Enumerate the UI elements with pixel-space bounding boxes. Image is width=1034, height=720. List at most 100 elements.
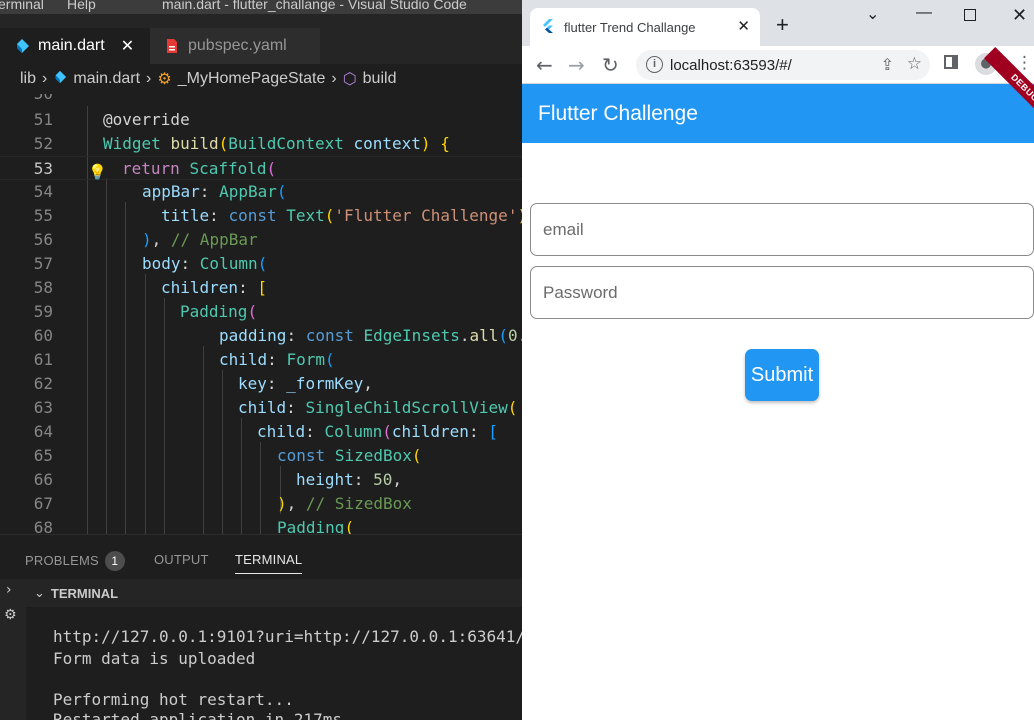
email-field[interactable] xyxy=(530,203,1034,256)
browser-tab[interactable]: flutter Trend Challange ✕ xyxy=(530,8,760,46)
breadcrumb-label: _MyHomePageState xyxy=(177,70,326,87)
terminal-section-header[interactable]: ⌄ TERMINAL xyxy=(26,579,522,607)
line-number: 61 xyxy=(33,350,53,369)
code-line: 66 height: 50, xyxy=(0,468,522,492)
tab-main-dart[interactable]: main.dart ✕ xyxy=(0,28,150,64)
line-number: 50 xyxy=(0,94,53,106)
terminal-output[interactable]: http://127.0.0.1:9101?uri=http://127.0.0… xyxy=(26,607,522,720)
code-line: 55title: const Text('Flutter Challenge') xyxy=(0,204,522,228)
dart-file-icon xyxy=(14,38,30,54)
dart-file-icon xyxy=(53,70,67,89)
tab-label: main.dart xyxy=(38,37,105,54)
editor-tabbar: main.dart ✕ pubspec.yaml xyxy=(0,14,522,64)
tab-output[interactable]: OUTPUT xyxy=(154,552,209,567)
line-number: 60 xyxy=(33,326,53,345)
line-number: 53 xyxy=(33,159,53,178)
breadcrumb-lib[interactable]: lib xyxy=(20,70,36,88)
code-line-current: 53 💡 return Scaffold( xyxy=(0,156,522,181)
code-editor[interactable]: 50 51 @override 52Widget build(BuildConte… xyxy=(0,94,522,534)
password-field[interactable] xyxy=(530,266,1034,319)
code-line: 63 child: SingleChildScrollView( xyxy=(0,396,522,420)
code-line: 59 Padding( xyxy=(0,300,522,324)
chevron-right-icon: › xyxy=(331,70,337,87)
breadcrumb-label: main.dart xyxy=(73,70,141,87)
breadcrumb-class[interactable]: ⚙ _MyHomePageState xyxy=(157,69,325,89)
star-bookmark-icon[interactable]: ☆ xyxy=(907,54,922,74)
url-text: localhost:63593/#/ xyxy=(670,56,792,74)
code-line: 57 body: Column( xyxy=(0,252,522,276)
code-line: 52 Widget build(BuildContext context) { xyxy=(0,132,522,156)
tab-label: pubspec.yaml xyxy=(188,37,287,54)
code-line: 64 child: Column(children: [ xyxy=(0,420,522,444)
browser-toolbar: ← → ↻ i localhost:63593/#/ ⇪ ☆ ● ⋮ xyxy=(522,46,1034,84)
close-icon[interactable]: ✕ xyxy=(121,36,134,56)
problems-count-badge: 1 xyxy=(104,551,125,571)
chevron-right-icon: › xyxy=(146,70,152,87)
line-number: 58 xyxy=(33,278,53,297)
terminal-line: Form data is uploaded xyxy=(53,649,256,668)
vscode-titlebar: erminal Help main.dart - flutter_challan… xyxy=(0,0,522,14)
share-icon[interactable]: ⇪ xyxy=(881,55,894,75)
terminal-line: Restarted application in 217ms. xyxy=(53,710,352,720)
line-number: 54 xyxy=(33,182,53,201)
tab-problems[interactable]: PROBLEMS 1 xyxy=(25,551,125,571)
line-number: 65 xyxy=(33,446,53,465)
line-number: 66 xyxy=(33,470,53,489)
code-line: 65 const SizedBox( xyxy=(0,444,522,468)
menu-terminal[interactable]: erminal xyxy=(0,0,44,12)
breadcrumb-main-dart[interactable]: main.dart xyxy=(53,70,140,89)
line-number: 68 xyxy=(33,518,53,534)
window-title: main.dart - flutter_challange - Visual S… xyxy=(162,0,467,12)
maximize-icon[interactable] xyxy=(964,9,976,21)
reload-icon[interactable]: ↻ xyxy=(602,53,619,77)
minimize-icon[interactable]: — xyxy=(916,4,932,22)
browser-tab-title: flutter Trend Challange xyxy=(564,19,696,35)
password-input[interactable] xyxy=(543,282,1033,303)
code-line: 60padding: const EdgeInsets.all(0. xyxy=(0,324,522,348)
breadcrumb-label: build xyxy=(362,70,397,87)
chevron-right-icon[interactable]: › xyxy=(6,582,12,598)
code-line: 51 @override xyxy=(0,108,522,132)
line-number: 55 xyxy=(33,206,53,225)
code-line: 67), // SizedBox xyxy=(0,492,522,516)
app-bar: Flutter Challenge xyxy=(522,84,1034,143)
line-number: 67 xyxy=(33,494,53,513)
code-line: 54 appBar: AppBar( xyxy=(0,180,522,204)
line-number: 59 xyxy=(33,302,53,321)
code-line: 61 child: Form( xyxy=(0,348,522,372)
method-symbol-icon: ⬡ xyxy=(342,71,357,88)
chevron-down-icon[interactable]: ⌄ xyxy=(866,4,879,24)
flutter-logo-icon xyxy=(542,18,554,36)
line-number: 51 xyxy=(33,110,53,129)
browser-tabstrip: flutter Trend Challange ✕ + ⌄ — ✕ xyxy=(522,0,1034,46)
tab-terminal[interactable]: TERMINAL xyxy=(235,552,303,574)
line-number: 52 xyxy=(33,134,53,153)
breadcrumb: lib › main.dart › ⚙ _MyHomePageState › ⬡… xyxy=(0,64,522,94)
debug-console-icon[interactable]: ⚙ xyxy=(4,607,17,623)
panel-tabs: PROBLEMS 1 OUTPUT TERMINAL xyxy=(0,535,522,579)
code-line: 50 xyxy=(0,94,522,106)
submit-button[interactable]: Submit xyxy=(745,349,819,401)
terminal-line: http://127.0.0.1:9101?uri=http://127.0.0… xyxy=(53,627,522,646)
new-tab-button[interactable]: + xyxy=(776,12,789,38)
terminal-line: Performing hot restart... xyxy=(53,690,294,709)
close-window-icon[interactable]: ✕ xyxy=(1012,5,1027,26)
address-bar[interactable]: i localhost:63593/#/ ⇪ ☆ xyxy=(636,50,930,80)
code-line: 58 children: [ xyxy=(0,276,522,300)
forward-arrow-icon[interactable]: → xyxy=(568,53,585,77)
site-info-icon[interactable]: i xyxy=(646,56,663,73)
class-symbol-icon: ⚙ xyxy=(157,71,172,88)
annotation: @override xyxy=(103,110,190,129)
side-panel-icon[interactable] xyxy=(944,55,958,69)
code-line: 68 Padding( xyxy=(0,516,522,534)
breadcrumb-method[interactable]: ⬡ build xyxy=(343,69,397,89)
line-number: 56 xyxy=(33,230,53,249)
menu-help[interactable]: Help xyxy=(67,0,96,12)
back-arrow-icon[interactable]: ← xyxy=(536,53,553,77)
email-input[interactable] xyxy=(543,219,1033,240)
code-line: 56), // AppBar xyxy=(0,228,522,252)
tab-pubspec-yaml[interactable]: pubspec.yaml xyxy=(150,28,320,64)
chevron-right-icon: › xyxy=(42,70,48,87)
vscode-window: erminal Help main.dart - flutter_challan… xyxy=(0,0,522,720)
close-icon[interactable]: ✕ xyxy=(737,17,750,35)
